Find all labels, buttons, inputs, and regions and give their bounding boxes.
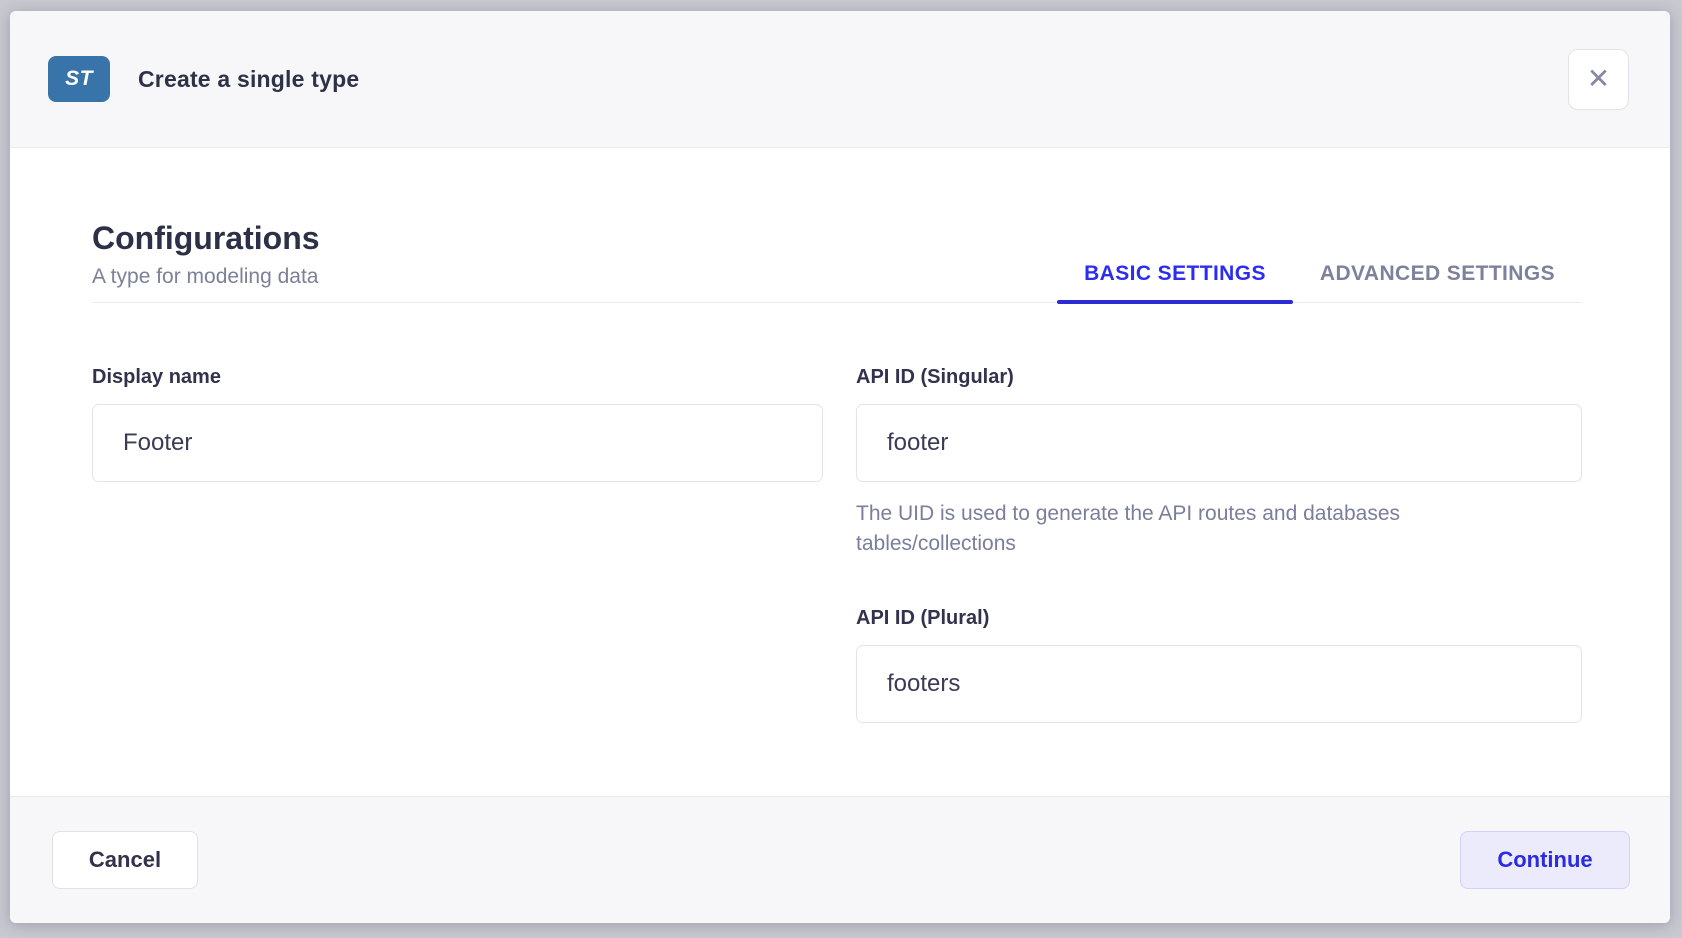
display-name-input[interactable] [92, 404, 823, 482]
api-id-plural-label: API ID (Plural) [856, 607, 1582, 630]
api-id-helper-text: The UID is used to generate the API rout… [856, 499, 1516, 559]
form-left-column: Display name [92, 366, 823, 723]
tab-basic-settings[interactable]: BASIC SETTINGS [1057, 262, 1293, 302]
section-title: Configurations [92, 221, 320, 256]
create-single-type-modal: ST Create a single type ✕ Configurations… [10, 11, 1670, 923]
section-heading: Configurations A type for modeling data [92, 221, 320, 302]
continue-button[interactable]: Continue [1460, 831, 1630, 889]
single-type-badge-icon: ST [48, 56, 110, 102]
configuration-form: Display name API ID (Singular) The UID i… [92, 366, 1582, 723]
api-id-plural-input[interactable] [856, 645, 1582, 723]
heading-row: Configurations A type for modeling data … [92, 221, 1582, 303]
section-subtitle: A type for modeling data [92, 265, 320, 289]
api-id-singular-group: API ID (Singular) The UID is used to gen… [856, 366, 1582, 559]
display-name-label: Display name [92, 366, 823, 389]
settings-tabs: BASIC SETTINGS ADVANCED SETTINGS [1057, 262, 1582, 302]
display-name-group: Display name [92, 366, 823, 482]
tab-advanced-settings[interactable]: ADVANCED SETTINGS [1293, 262, 1582, 302]
single-type-badge-label: ST [65, 67, 93, 91]
cancel-button[interactable]: Cancel [52, 831, 198, 889]
modal-header: ST Create a single type ✕ [10, 11, 1670, 148]
modal-body: Configurations A type for modeling data … [10, 148, 1670, 796]
close-button[interactable]: ✕ [1568, 49, 1629, 110]
api-id-singular-label: API ID (Singular) [856, 366, 1582, 389]
api-id-singular-input[interactable] [856, 404, 1582, 482]
form-right-column: API ID (Singular) The UID is used to gen… [856, 366, 1582, 723]
modal-footer: Cancel Continue [10, 796, 1670, 923]
modal-title: Create a single type [138, 66, 359, 93]
api-id-plural-group: API ID (Plural) [856, 607, 1582, 723]
close-icon: ✕ [1587, 65, 1610, 93]
